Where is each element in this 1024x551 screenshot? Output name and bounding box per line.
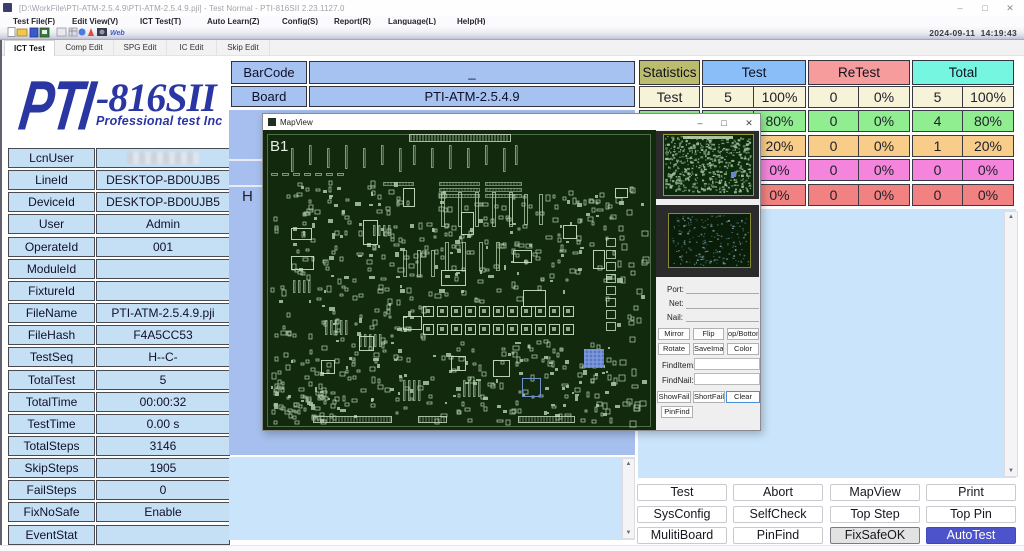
svg-text:B1: B1: [270, 138, 288, 155]
svg-text:Web: Web: [110, 30, 125, 37]
